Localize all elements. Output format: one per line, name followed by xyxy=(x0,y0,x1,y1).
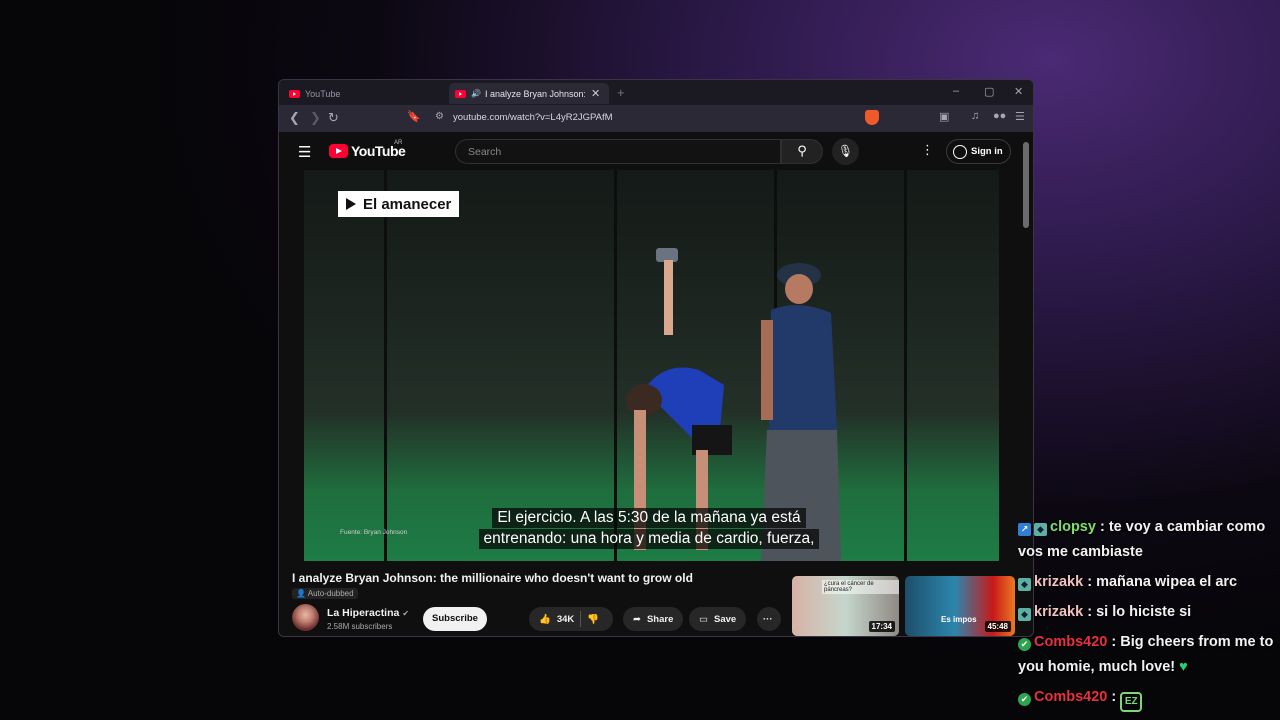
channel-name-row[interactable]: La Hiperactina ✔ xyxy=(327,607,409,619)
search-icon[interactable]: ⚲ xyxy=(781,139,823,164)
chat-message: ✔ Combs420 : Big cheers from me to you ho… xyxy=(1018,634,1274,675)
stream-chat-overlay: ↗ ◆ clopsy : te voy a cambiar como vos me … xyxy=(1018,515,1274,717)
bookmark-icon[interactable]: 🔖 xyxy=(407,110,421,123)
share-label: Share xyxy=(646,613,674,625)
country-code: AR xyxy=(394,140,403,146)
video-player[interactable]: El amanecer Fuente: Bryan Johnson El eje… xyxy=(304,170,999,561)
minimize-button[interactable]: – xyxy=(953,85,959,97)
tab-video[interactable]: 🔊 I analyze Bryan Johnson: the m ✕ xyxy=(449,83,609,104)
scrollbar-thumb[interactable] xyxy=(1023,142,1029,228)
verified-badge-icon: ✔ xyxy=(1018,638,1031,651)
tab-youtube[interactable]: YouTube xyxy=(289,83,449,104)
maximize-button[interactable]: ▢ xyxy=(984,85,994,98)
extension-icon[interactable]: ●● xyxy=(993,110,1006,122)
youtube-logo-icon[interactable] xyxy=(329,144,348,158)
video-title: I analyze Bryan Johnson: the millionaire… xyxy=(292,571,693,585)
speaker-icon[interactable]: 🔊 xyxy=(471,89,481,98)
tab-title: YouTube xyxy=(305,88,341,99)
hamburger-menu-icon[interactable]: ☰ xyxy=(298,143,311,161)
thumbs-up-icon[interactable]: 👍 xyxy=(539,614,551,625)
youtube-favicon-icon xyxy=(289,89,300,98)
like-dislike-group: 👍 34K 👎 xyxy=(529,607,613,631)
sign-in-button[interactable]: Sign in xyxy=(946,139,1011,164)
chat-username: krizakk xyxy=(1034,574,1084,590)
tab-title: I analyze Bryan Johnson: the m xyxy=(484,88,585,99)
sign-in-label: Sign in xyxy=(971,146,1003,157)
chat-message: ◆ krizakk : mañana wipea el arc xyxy=(1018,570,1274,595)
share-icon: ➦ xyxy=(633,613,641,625)
account-icon xyxy=(953,144,967,159)
video-captions: El ejercicio. A las 5:30 de la mañana ya… xyxy=(459,508,839,550)
chapter-tag: El amanecer xyxy=(338,191,460,217)
chat-username: Combs420 xyxy=(1034,634,1108,650)
brave-shield-icon[interactable] xyxy=(865,110,879,125)
subscriber-badge-icon: ◆ xyxy=(1034,523,1047,536)
chat-message: ◆ krizakk : si lo hiciste si xyxy=(1018,600,1274,625)
more-actions-button[interactable]: ··· xyxy=(757,607,781,631)
save-label: Save xyxy=(713,613,737,625)
tab-close-icon[interactable]: ✕ xyxy=(591,87,600,100)
back-icon[interactable]: ❮ xyxy=(289,110,300,126)
subscriber-count: 2.58M subscribers xyxy=(327,622,393,631)
reload-icon[interactable]: ↻ xyxy=(328,110,339,126)
microphone-icon[interactable]: 🎙 xyxy=(832,138,859,165)
forward-icon[interactable]: ❯ xyxy=(310,110,321,126)
music-icon[interactable]: ♫ xyxy=(971,110,979,122)
auto-dubbed-badge: 👤 Auto-dubbed xyxy=(292,588,358,599)
new-tab-button[interactable]: + xyxy=(617,85,625,100)
thumbnail-caption: Es impos xyxy=(941,615,977,624)
share-button[interactable]: ➦ Share xyxy=(623,607,684,631)
related-video-thumbnail[interactable]: Es impos 45:48 xyxy=(905,576,1015,636)
site-info-icon[interactable]: ⚙ xyxy=(435,111,444,122)
thumbs-down-icon[interactable]: 👎 xyxy=(587,614,599,625)
verified-icon: ✔ xyxy=(402,609,410,618)
channel-name[interactable]: La Hiperactina xyxy=(327,607,399,619)
caption-line: El ejercicio. A las 5:30 de la mañana ya… xyxy=(492,508,806,528)
verified-badge-icon: ✔ xyxy=(1018,693,1031,706)
chat-text: mañana wipea el arc xyxy=(1096,574,1238,590)
chapter-tag-text: El amanecer xyxy=(363,195,452,213)
menu-icon[interactable]: ☰ xyxy=(1015,110,1025,123)
chat-text: si lo hiciste si xyxy=(1096,604,1192,620)
caption-line: entrenando: una hora y media de cardio, … xyxy=(478,529,820,549)
chat-username: Combs420 xyxy=(1034,689,1108,705)
url-field[interactable]: youtube.com/watch?v=L4yR2JGPAfM xyxy=(453,112,613,123)
subscribe-button[interactable]: Subscribe xyxy=(423,607,487,631)
browser-window: YouTube 🔊 I analyze Bryan Johnson: the m… xyxy=(278,79,1034,637)
like-count[interactable]: 34K xyxy=(557,614,574,625)
more-options-icon[interactable]: ⋮ xyxy=(921,142,934,158)
auto-dubbed-label: Auto-dubbed xyxy=(307,589,354,598)
chat-emote-icon: EZ xyxy=(1120,692,1143,712)
screenshot-icon[interactable]: ▣ xyxy=(939,110,949,123)
subscriber-badge-icon: ◆ xyxy=(1018,578,1031,591)
video-duration: 45:48 xyxy=(984,621,1011,632)
play-icon xyxy=(346,198,356,210)
close-window-button[interactable]: ✕ xyxy=(1014,85,1023,98)
dub-icon: 👤 xyxy=(296,589,306,598)
youtube-page: ☰ YouTube AR Search ⚲ 🎙 ⋮ Sign in El ama… xyxy=(279,132,1033,636)
thumbnail-caption: ¿cura el cáncer de páncreas? xyxy=(822,580,899,594)
video-duration: 17:34 xyxy=(868,621,895,632)
address-bar-row: ❮ ❯ ↻ 🔖 ⚙ youtube.com/watch?v=L4yR2JGPAf… xyxy=(279,105,1033,132)
chat-message: ✔ Combs420 : EZ xyxy=(1018,685,1274,712)
youtube-header: ☰ YouTube AR Search ⚲ 🎙 ⋮ Sign in xyxy=(279,132,1033,170)
save-button[interactable]: ▭ Save xyxy=(689,607,747,631)
chat-message: ↗ ◆ clopsy : te voy a cambiar como vos me … xyxy=(1018,519,1266,560)
chat-username: krizakk xyxy=(1034,604,1084,620)
chat-username: clopsy xyxy=(1050,519,1096,535)
related-video-thumbnail[interactable]: ¿cura el cáncer de páncreas? 17:34 xyxy=(792,576,899,636)
more-horizontal-icon: ··· xyxy=(763,613,773,625)
channel-avatar[interactable] xyxy=(292,604,319,631)
prime-badge-icon: ↗ xyxy=(1018,523,1031,536)
save-icon: ▭ xyxy=(699,613,708,625)
heart-icon: ♥ xyxy=(1179,659,1188,675)
video-source-text: Fuente: Bryan Johnson xyxy=(340,529,408,536)
tab-bar: YouTube 🔊 I analyze Bryan Johnson: the m… xyxy=(279,80,1033,105)
search-input[interactable]: Search xyxy=(455,139,781,164)
youtube-favicon-icon xyxy=(455,89,466,98)
subscriber-badge-icon: ◆ xyxy=(1018,608,1031,621)
